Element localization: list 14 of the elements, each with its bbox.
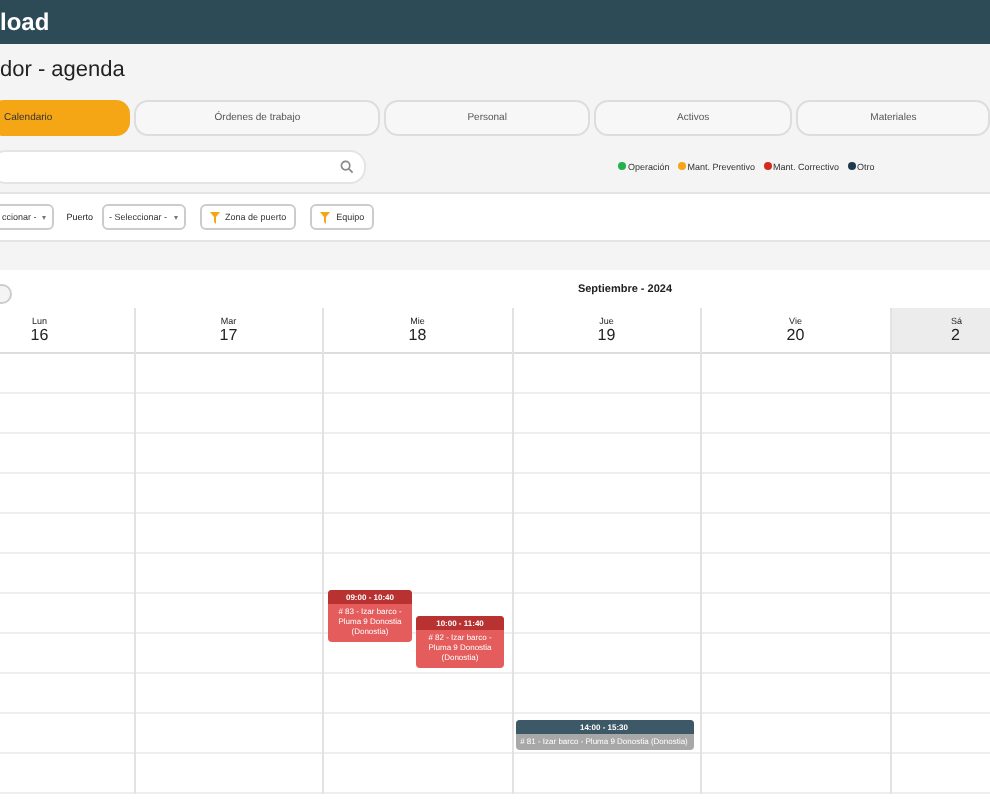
page-title: dor - agenda [0,58,125,82]
day-date: 20 [786,326,805,344]
day-date: 19 [597,326,616,344]
search-icon [340,159,354,173]
app-logo: load [0,8,50,36]
caret-icon [42,215,47,219]
day-date: 2 [951,326,960,344]
day-date: 17 [219,326,238,344]
funnel-icon [320,211,331,223]
funnel-icon [209,211,220,223]
search-field[interactable] [0,149,366,183]
day-date: 16 [30,326,49,344]
day-date: 18 [408,326,427,344]
caret-icon [173,215,178,219]
